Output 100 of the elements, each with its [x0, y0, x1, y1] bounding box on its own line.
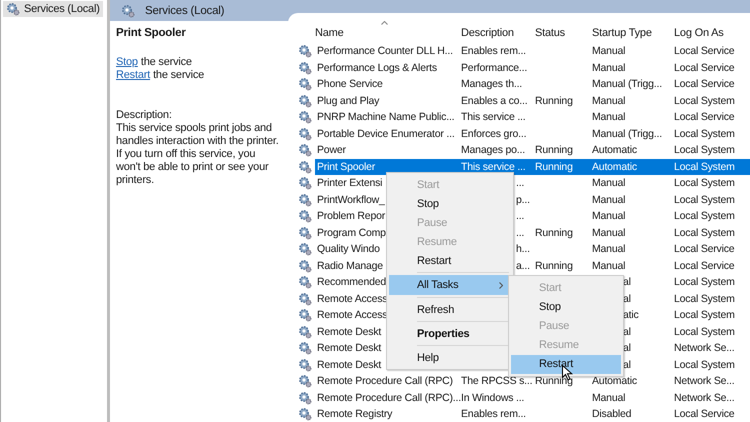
table-cell: In Windows ...: [461, 392, 524, 404]
table-cell: Local System: [674, 128, 735, 140]
table-cell: Remote Deskt: [317, 358, 382, 371]
table-cell: al: [623, 276, 631, 288]
service-gear-icon: [298, 242, 312, 256]
table-cell: Manual: [592, 226, 626, 239]
table-cell: Manual: [592, 62, 626, 74]
table-cell: Power: [317, 144, 346, 156]
table-cell: Network Se...: [674, 342, 734, 354]
table-cell: al: [623, 326, 631, 338]
table-cell: This service ...: [461, 160, 526, 173]
description-text: This service spools print jobs and handles interaction with the printer. If you turn off this service, you won't be able to print or see your printers.: [116, 122, 280, 187]
table-cell: Local Service: [674, 111, 734, 124]
table-cell: Remote Deskt: [317, 342, 382, 354]
menu-item[interactable]: Restart: [511, 354, 621, 374]
selected-row[interactable]: Print Spooler This service ... Running Automatic Local System: [298, 158, 750, 175]
column-header[interactable]: Status: [535, 27, 592, 43]
table-cell: ...: [516, 177, 524, 190]
description-label: Description:: [116, 109, 173, 122]
table-cell: h...: [516, 243, 530, 256]
service-gear-icon: [298, 308, 312, 322]
action-link[interactable]: Restart: [116, 69, 150, 82]
table-cell: Manual: [592, 94, 626, 107]
service-gear-icon: [298, 341, 312, 356]
table-cell: Network Se...: [674, 375, 734, 388]
table-cell: Local Service: [674, 78, 734, 90]
table-cell: Remote Registry: [317, 408, 392, 420]
table-cell: a...: [516, 260, 530, 272]
service-gear-icon: [298, 126, 312, 141]
table-cell: Running: [535, 375, 573, 388]
table-cell: Manages th...: [461, 78, 522, 90]
service-title: Print Spooler: [116, 27, 187, 40]
table-cell: Manual: [592, 111, 626, 124]
column-header[interactable]: Startup Type: [592, 27, 674, 43]
table-cell: Running: [535, 260, 573, 272]
action-text: the service: [153, 69, 204, 82]
service-gear-icon: [298, 358, 312, 372]
service-gear-icon: [298, 258, 312, 273]
service-gear-icon: [298, 60, 312, 75]
column-header[interactable]: Log On As: [674, 27, 750, 43]
table-cell: Network Se...: [674, 392, 734, 404]
menu-item[interactable]: Restart: [389, 251, 511, 270]
service-gear-icon: [298, 143, 312, 158]
table-cell: p...: [516, 194, 530, 206]
table-cell: Plug and Play: [317, 94, 380, 107]
table-cell: Program Comp: [317, 226, 386, 239]
table-cell: al: [623, 292, 631, 305]
service-gear-icon: [298, 226, 312, 240]
table-cell: atic: [623, 309, 639, 322]
chevron-right-icon: [499, 282, 503, 288]
service-gear-icon: [298, 192, 312, 207]
table-cell: Remote Deskt: [317, 326, 382, 338]
column-header[interactable]: Name: [315, 27, 461, 43]
table-cell: The RPCSS s...: [461, 375, 532, 388]
table-cell: Local System: [674, 144, 735, 156]
table-cell: Local Service: [674, 62, 734, 74]
service-gear-icon: [298, 94, 312, 108]
table-cell: Local System: [674, 194, 735, 206]
table-cell: ...: [516, 210, 524, 222]
column-header[interactable]: Description: [461, 27, 535, 43]
table-cell: al: [623, 358, 631, 371]
table-cell: Enables a co...: [461, 94, 528, 107]
service-gear-icon: [298, 160, 312, 174]
table-cell: Local System: [674, 226, 735, 239]
table-cell: Running: [535, 144, 573, 156]
table-cell: ...: [516, 226, 524, 239]
menu-item[interactable]: Properties: [389, 324, 511, 343]
table-cell: Running: [535, 160, 573, 173]
table-cell: Enforces gro...: [461, 128, 526, 140]
menu-item[interactable]: Stop: [389, 194, 511, 213]
table-cell: Manual: [592, 177, 626, 190]
header-title: Services (Local): [145, 4, 224, 16]
table-cell: Local System: [674, 94, 735, 107]
service-gear-icon: [298, 77, 312, 92]
menu-item[interactable]: Refresh: [389, 300, 511, 319]
action-link[interactable]: Stop: [116, 56, 138, 69]
tree-item[interactable]: Services (Local): [3, 1, 103, 17]
table-cell: Manual: [592, 243, 626, 256]
table-cell: Local Service: [674, 408, 734, 420]
service-gear-icon: [298, 374, 312, 388]
menu-item[interactable]: All Tasks: [389, 275, 511, 295]
service-gear-icon: [298, 324, 312, 339]
table-cell: Local Service: [674, 260, 734, 272]
table-cell: Performance...: [461, 62, 528, 74]
service-gear-icon: [298, 176, 312, 190]
table-cell: Manual: [592, 194, 626, 206]
table-cell: Remote Procedure Call (RPC)...: [317, 392, 461, 404]
table-cell: Local System: [674, 358, 735, 371]
table-cell: PNRP Machine Name Public...: [317, 111, 454, 124]
menu-item[interactable]: Stop: [511, 297, 621, 316]
menu-item[interactable]: Help: [389, 348, 511, 367]
table-cell: Local System: [674, 309, 735, 322]
table-cell: Recommended: [317, 276, 386, 288]
table-cell: Local System: [674, 292, 735, 305]
table-cell: Performance Counter DLL H...: [317, 45, 453, 58]
service-gear-icon: [298, 209, 312, 224]
table-cell: Manual (Trigg...: [592, 128, 662, 140]
table-cell: Quality Windo: [317, 243, 380, 256]
services-icon: [121, 4, 135, 18]
table-cell: Printer Extensi: [317, 177, 382, 190]
